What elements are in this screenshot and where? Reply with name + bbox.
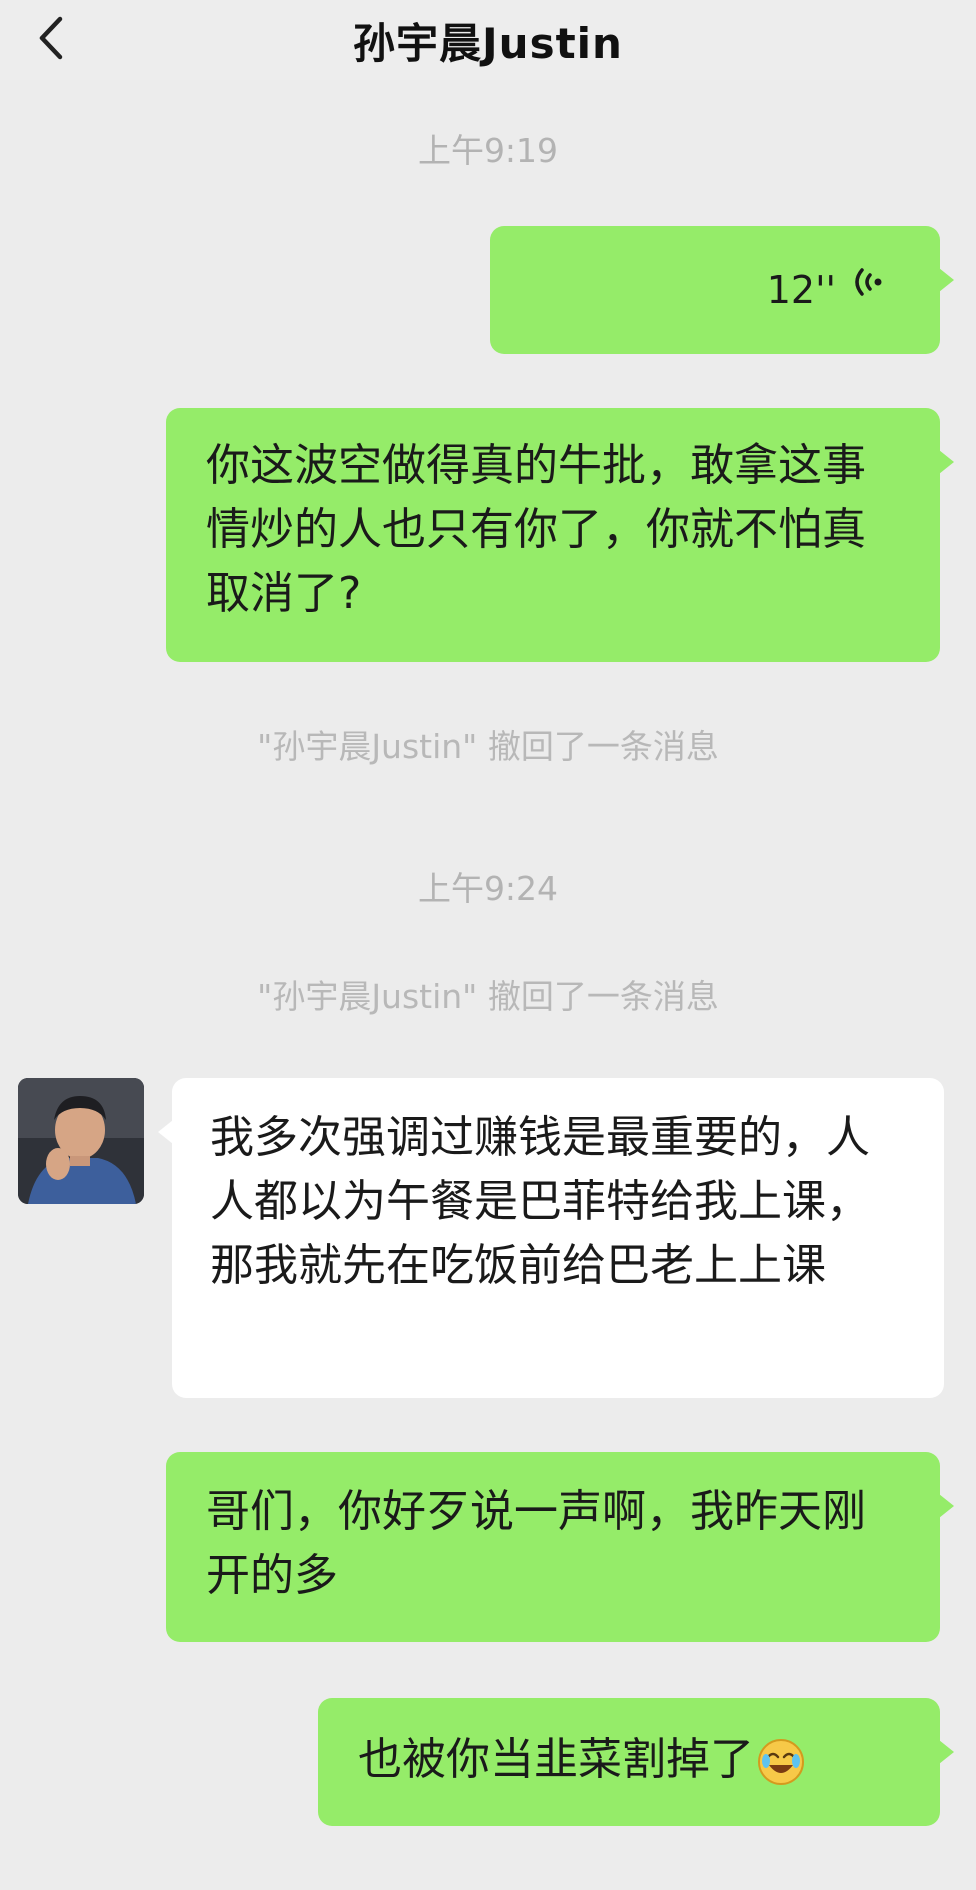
voice-duration: 12'' <box>766 268 836 312</box>
chat-title: 孙宇晨Justin <box>353 19 623 68</box>
timestamp: 上午9:19 <box>417 131 559 170</box>
voice-message-bubble[interactable]: 12'' <box>490 226 954 354</box>
message-text: 也被你当韭菜割掉了 <box>358 1734 754 1785</box>
chat-header: 孙宇晨Justin <box>0 0 976 80</box>
sent-message-bubble[interactable]: 你这波空做得真的牛批，敢拿这事情炒的人也只有你了，你就不怕真取消了? <box>166 408 954 662</box>
message-text: 哥们，你好歹说一声啊，我昨天刚开的多 <box>206 1486 866 1601</box>
recall-notice: "孙宇晨Justin" 撤回了一条消息 <box>257 977 719 1016</box>
sent-message-bubble[interactable]: 也被你当韭菜割掉了 <box>318 1698 954 1826</box>
recall-notice: "孙宇晨Justin" 撤回了一条消息 <box>257 727 719 766</box>
received-message-bubble[interactable]: 我多次强调过赚钱是最重要的，人人都以为午餐是巴菲特给我上课，那我就先在吃饭前给巴… <box>158 1078 944 1398</box>
message-text: 你这波空做得真的牛批，敢拿这事情炒的人也只有你了，你就不怕真取消了? <box>206 440 866 619</box>
avatar[interactable] <box>18 1078 144 1204</box>
message-text: 我多次强调过赚钱是最重要的，人人都以为午餐是巴菲特给我上课，那我就先在吃饭前给巴… <box>210 1112 870 1291</box>
timestamp: 上午9:24 <box>417 869 559 908</box>
sent-message-bubble[interactable]: 哥们，你好歹说一声啊，我昨天刚开的多 <box>166 1452 954 1642</box>
voice-wave-icon <box>850 258 890 322</box>
laughing-crying-emoji-icon <box>756 1737 806 1787</box>
